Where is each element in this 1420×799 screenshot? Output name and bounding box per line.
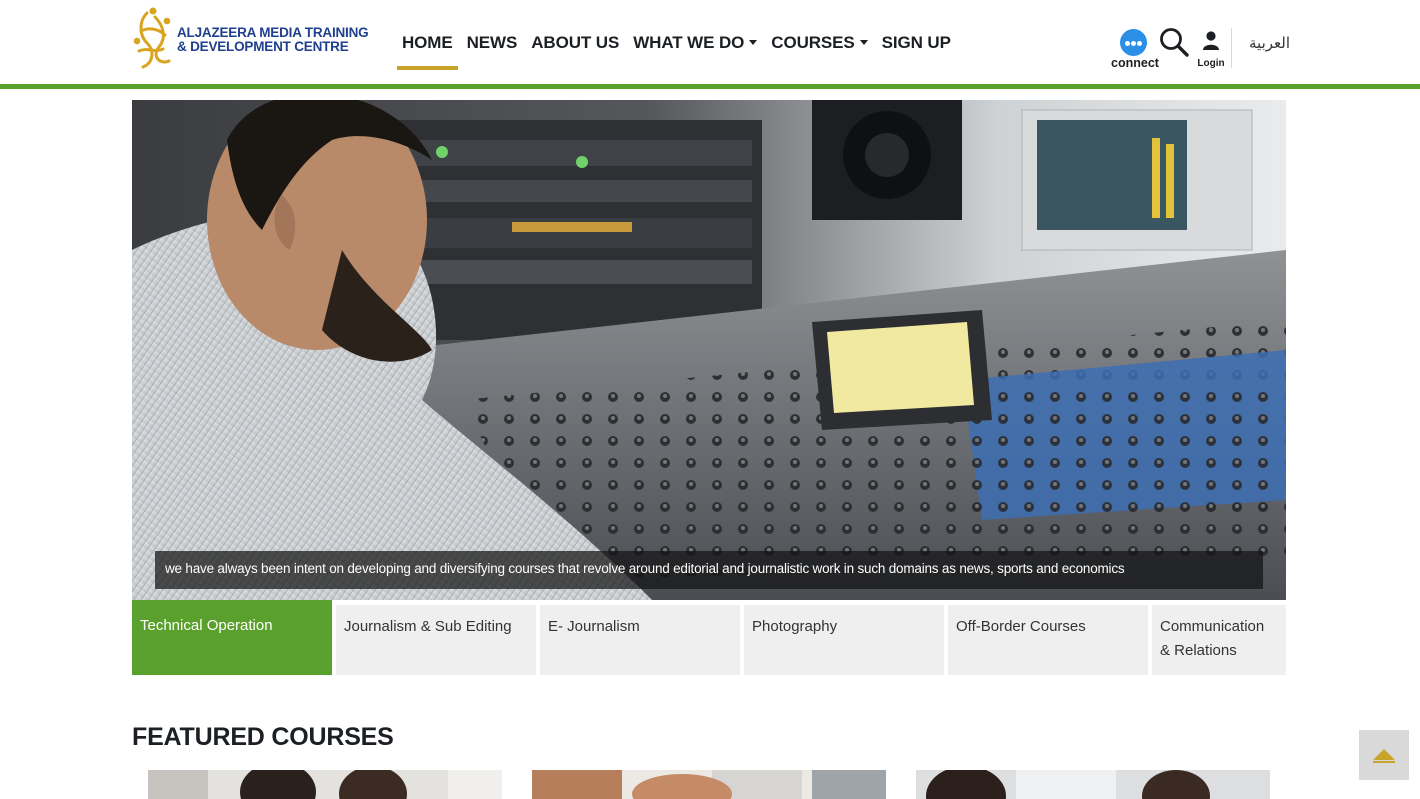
featured-course-card[interactable] [916, 770, 1270, 799]
logo-line-2: & DEVELOPMENT CENTRE [177, 39, 349, 54]
language-switch-arabic[interactable]: العربية [1238, 34, 1290, 52]
tab-label: Communication & Relations [1160, 618, 1265, 659]
tab-label: Off-Border Courses [956, 618, 1086, 635]
search-icon[interactable] [1158, 26, 1190, 58]
user-icon [1203, 31, 1219, 50]
nav-home[interactable]: HOME [397, 0, 458, 70]
hero-caption: we have always been intent on developing… [155, 551, 1263, 589]
featured-course-card[interactable] [148, 770, 502, 799]
tab-e-journalism[interactable]: E- Journalism [540, 605, 740, 675]
course-thumbnail-image [532, 770, 886, 799]
nav-label: ABOUT US [531, 33, 620, 52]
connect-label: connect [1111, 56, 1159, 70]
nav-label: SIGN UP [881, 33, 951, 52]
nav-label: NEWS [466, 33, 518, 52]
logo-line-1: ALJAZEERA MEDIA TRAINING [177, 25, 369, 40]
tab-off-border-courses[interactable]: Off-Border Courses [948, 605, 1148, 675]
nav-what-we-do[interactable]: WHAT WE DO [628, 0, 762, 70]
header-green-rule [0, 84, 1420, 89]
featured-courses-heading: FEATURED COURSES [132, 723, 394, 751]
site-header: ALJAZEERA MEDIA TRAINING & DEVELOPMENT C… [0, 0, 1420, 84]
nav-sign-up[interactable]: SIGN UP [877, 0, 956, 70]
caret-down-icon [859, 40, 868, 45]
course-thumbnail-image [916, 770, 1270, 799]
nav-label: HOME [402, 33, 453, 52]
nav-label: COURSES [771, 33, 855, 52]
aljazeera-logo-icon [133, 7, 171, 69]
featured-course-card[interactable] [532, 770, 886, 799]
nav-courses[interactable]: COURSES [766, 0, 872, 70]
site-logo[interactable]: ALJAZEERA MEDIA TRAINING & DEVELOPMENT C… [133, 6, 383, 74]
caret-down-icon [749, 40, 758, 45]
header-divider [1231, 28, 1232, 68]
main-navigation: HOME NEWS ABOUT US WHAT WE DO COURSES SIGN UP [397, 0, 960, 84]
course-category-tabs: Technical Operation Journalism & Sub Edit… [132, 600, 1286, 675]
login-label: Login [1197, 58, 1225, 69]
connect-button[interactable]: connect [1108, 0, 1162, 84]
tab-journalism-sub-editing[interactable]: Journalism & Sub Editing [336, 605, 536, 675]
nav-news[interactable]: NEWS [462, 0, 523, 70]
tab-label: Photography [752, 618, 838, 635]
course-thumbnail-image [148, 770, 502, 799]
tab-label: E- Journalism [548, 618, 640, 635]
hero-image-sound-engineer [132, 100, 1286, 600]
tab-technical-operation[interactable]: Technical Operation [132, 600, 332, 675]
logo-wordmark: ALJAZEERA MEDIA TRAINING & DEVELOPMENT C… [177, 25, 369, 54]
tab-label: Technical Operation [140, 617, 273, 634]
arrow-up-icon [1373, 749, 1395, 760]
login-button[interactable]: Login [1194, 0, 1228, 84]
tab-label: Journalism & Sub Editing [344, 618, 512, 635]
nav-about-us[interactable]: ABOUT US [526, 0, 624, 70]
nav-label: WHAT WE DO [633, 33, 745, 52]
back-to-top-button[interactable] [1359, 730, 1409, 780]
hero-slider[interactable]: we have always been intent on developing… [132, 100, 1286, 600]
tab-communication-relations[interactable]: Communication & Relations [1152, 605, 1286, 675]
tab-photography[interactable]: Photography [744, 605, 944, 675]
chat-bubble-icon [1120, 29, 1147, 56]
arrow-up-bar-icon [1373, 761, 1395, 763]
